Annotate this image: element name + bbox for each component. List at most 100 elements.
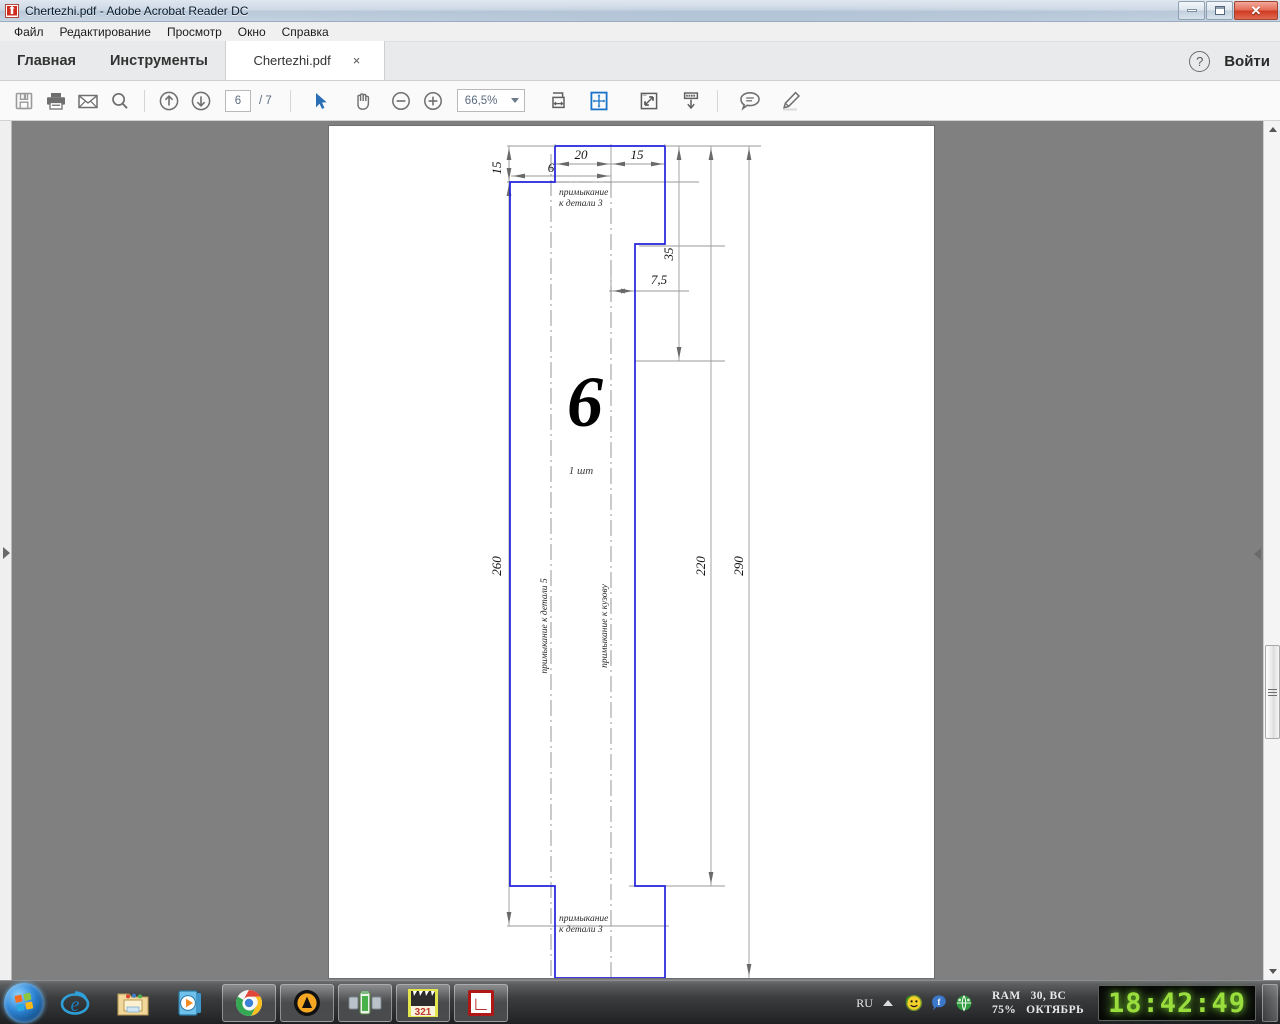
- zoom-level-select[interactable]: 66,5%: [456, 89, 525, 112]
- taskbar-explorer[interactable]: [106, 984, 160, 1022]
- chevron-up-icon[interactable]: [882, 1000, 893, 1006]
- taskbar-chrome[interactable]: [222, 983, 276, 1022]
- taskbar-video-editor[interactable]: 321: [396, 983, 450, 1022]
- save-file-button[interactable]: [8, 86, 40, 116]
- ram-and-date-gadget: RAM 30, ВС 75% ОКТЯБРЬ: [992, 989, 1084, 1017]
- taskbar-aimp[interactable]: [280, 983, 334, 1022]
- note-part5: примыкание к детали 5: [539, 578, 550, 674]
- document-viewport[interactable]: 20 15 6 15 35 7,5 260 220 290 примыкание…: [0, 121, 1280, 980]
- maximize-button[interactable]: [1206, 1, 1233, 20]
- tray-language-indicator[interactable]: RU: [856, 996, 873, 1011]
- note-top-line1: примыкание: [559, 188, 608, 198]
- tray-icon-social[interactable]: f: [930, 994, 948, 1012]
- system-tray: RU f RAM 30, ВС 75% ОКТЯБРЬ 18:42:49: [856, 981, 1280, 1024]
- search-button[interactable]: [104, 86, 136, 116]
- comment-bubble-icon: [739, 91, 760, 111]
- taskbar-media-player[interactable]: [164, 984, 218, 1022]
- select-tool-button[interactable]: [305, 86, 337, 116]
- taskbar-acrobat[interactable]: ∟: [454, 983, 508, 1022]
- chevron-down-icon: [510, 98, 519, 103]
- media-player-icon: [178, 989, 201, 1016]
- hand-icon: [357, 92, 369, 110]
- email-button[interactable]: [72, 86, 104, 116]
- svg-text:∟: ∟: [472, 994, 491, 1015]
- previous-page-button[interactable]: [153, 86, 185, 116]
- next-page-button[interactable]: [185, 86, 217, 116]
- date-month: ОКТЯБРЬ: [1026, 1004, 1084, 1016]
- taskbar-ie[interactable]: e: [48, 984, 102, 1022]
- paint-tool-icon: [348, 990, 382, 1015]
- close-button[interactable]: ✕: [1234, 1, 1278, 20]
- show-desktop-button[interactable]: [1262, 984, 1278, 1022]
- minus-circle-icon: [391, 91, 410, 110]
- svg-text:e: e: [71, 994, 80, 1016]
- menu-file[interactable]: Файл: [6, 23, 52, 41]
- menu-view[interactable]: Просмотр: [159, 23, 230, 41]
- fit-page-button[interactable]: [583, 86, 615, 116]
- zoom-out-button[interactable]: [385, 86, 417, 116]
- tab-document-chertezhi[interactable]: Chertezhi.pdf ×: [224, 41, 385, 80]
- vertical-scrollbar[interactable]: [1263, 121, 1280, 980]
- note-body: примыкание к кузову: [600, 583, 610, 668]
- help-icon[interactable]: ?: [1189, 51, 1211, 72]
- sign-in-button[interactable]: Войти: [1224, 53, 1270, 70]
- folder-explorer-icon: [117, 992, 149, 1016]
- scroll-mode-button[interactable]: [675, 86, 707, 116]
- zoom-in-button[interactable]: [417, 86, 449, 116]
- save-floppy-icon: [15, 92, 33, 109]
- tab-tools[interactable]: Инструменты: [92, 41, 225, 80]
- toolbar-separator-2: [289, 89, 291, 112]
- ram-label: RAM: [991, 990, 1021, 1002]
- tray-icon-network[interactable]: [955, 994, 973, 1012]
- minimize-button[interactable]: [1178, 1, 1205, 20]
- plus-circle-icon: [423, 91, 442, 110]
- window-controls: ✕: [1178, 1, 1278, 20]
- print-button[interactable]: [40, 86, 72, 116]
- ram-value: 75%: [991, 1004, 1017, 1016]
- pan-tool-button[interactable]: [347, 86, 379, 116]
- page-number-input[interactable]: 6: [225, 89, 251, 112]
- note-bottom-line1: примыкание: [559, 914, 608, 924]
- adobe-acrobat-icon: ∟: [468, 989, 494, 1016]
- highlight-button[interactable]: [774, 86, 806, 116]
- start-button[interactable]: [4, 982, 44, 1023]
- left-panel-expand-arrow[interactable]: [3, 547, 10, 559]
- search-magnifier-icon: [112, 92, 128, 109]
- aimp-player-icon: [294, 989, 320, 1016]
- fullscreen-button[interactable]: [633, 86, 665, 116]
- arrow-down-circle-icon: [191, 91, 211, 110]
- note-bottom-line2: к детали 3: [559, 924, 603, 935]
- envelope-icon: [78, 94, 98, 108]
- page-total-label: / 7: [259, 94, 272, 107]
- dim-290: 290: [731, 556, 746, 576]
- tab-document-label: Chertezhi.pdf: [253, 53, 331, 68]
- scroll-down-icon: [683, 91, 698, 109]
- fit-page-icon: [590, 91, 608, 110]
- part-quantity: 1 шт: [569, 465, 594, 477]
- toolbar-separator-3: [716, 89, 718, 112]
- scroll-up-arrow[interactable]: [1264, 121, 1280, 138]
- navigation-pane-tab[interactable]: [0, 121, 12, 980]
- scroll-down-arrow[interactable]: [1264, 963, 1280, 980]
- window-titlebar[interactable]: ⬆ Chertezhi.pdf - Adobe Acrobat Reader D…: [0, 0, 1280, 22]
- tray-clock[interactable]: 18:42:49: [1098, 985, 1256, 1021]
- taskbar-app-green[interactable]: [338, 983, 392, 1022]
- pdf-page-6: 20 15 6 15 35 7,5 260 220 290 примыкание…: [329, 126, 934, 978]
- right-panel-expand-arrow[interactable]: [1254, 548, 1261, 560]
- part-number-6: 6: [567, 362, 603, 442]
- fit-width-button[interactable]: [543, 86, 575, 116]
- menu-window[interactable]: Окно: [230, 23, 274, 41]
- clock-time: 18:42:49: [1107, 987, 1247, 1019]
- tab-close-icon[interactable]: ×: [353, 53, 361, 68]
- comment-button[interactable]: [734, 86, 766, 116]
- scrollbar-thumb[interactable]: [1265, 645, 1280, 739]
- windows-taskbar: e 321 ∟ RU f RAM 30, ВС 75% ОКТЯБРЬ 18:4…: [0, 980, 1280, 1024]
- menu-edit[interactable]: Редактирование: [52, 23, 159, 41]
- fullscreen-expand-icon: [640, 92, 658, 109]
- movie-clapper-icon: 321: [408, 988, 438, 1018]
- cursor-arrow-icon: [315, 92, 327, 109]
- close-icon: ✕: [1250, 3, 1262, 18]
- tab-home[interactable]: Главная: [0, 41, 93, 80]
- tray-icon-messenger[interactable]: [905, 994, 923, 1012]
- menu-help[interactable]: Справка: [274, 23, 337, 41]
